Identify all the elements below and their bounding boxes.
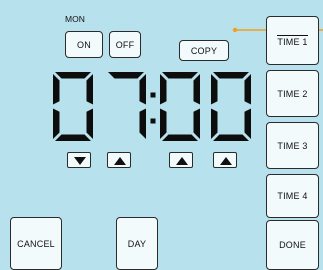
digit-1-segment-d — [55, 134, 91, 141]
digit-1-segment-b — [86, 74, 93, 105]
digit-4-segment-a — [213, 72, 249, 79]
triangle-up-icon — [220, 157, 232, 165]
digit-4-segment-e — [211, 108, 218, 139]
digit-1-segment-e — [53, 108, 60, 139]
digit-1-segment-c — [86, 108, 93, 139]
digit-4-segment-d — [213, 134, 249, 141]
digit-3-segment-f — [160, 74, 167, 105]
hour-up-button[interactable] — [107, 152, 131, 168]
minute-up-button-1[interactable] — [169, 152, 193, 168]
digit-4-segment-f — [211, 74, 218, 105]
digit-4-segment-c — [244, 108, 251, 139]
digit-4-segment-b — [244, 74, 251, 105]
digit-2-segment-c — [139, 108, 146, 139]
digit-1-segment-a — [55, 72, 91, 79]
digit-3-segment-d — [162, 134, 198, 141]
digit-1-segment-f — [53, 74, 60, 105]
digit-2-segment-a — [108, 72, 144, 79]
digit-3-segment-b — [193, 74, 200, 105]
thermostat-screen: MON ON OFF COPY TIME 1 TIME 2 TIME 3 TIM… — [0, 0, 323, 270]
colon-dot-1 — [150, 92, 156, 98]
digit-2-segment-b — [139, 74, 146, 105]
triangle-up-icon — [114, 157, 126, 165]
digit-3-segment-a — [162, 72, 198, 79]
triangle-up-icon — [176, 157, 188, 165]
time-display — [53, 72, 251, 141]
digit-3-segment-e — [160, 108, 167, 139]
minute-up-button-2[interactable] — [213, 152, 237, 168]
triangle-down-icon — [74, 157, 86, 165]
hour-down-button[interactable] — [67, 152, 91, 168]
digit-3-segment-c — [193, 108, 200, 139]
colon-dot-2 — [150, 118, 156, 124]
